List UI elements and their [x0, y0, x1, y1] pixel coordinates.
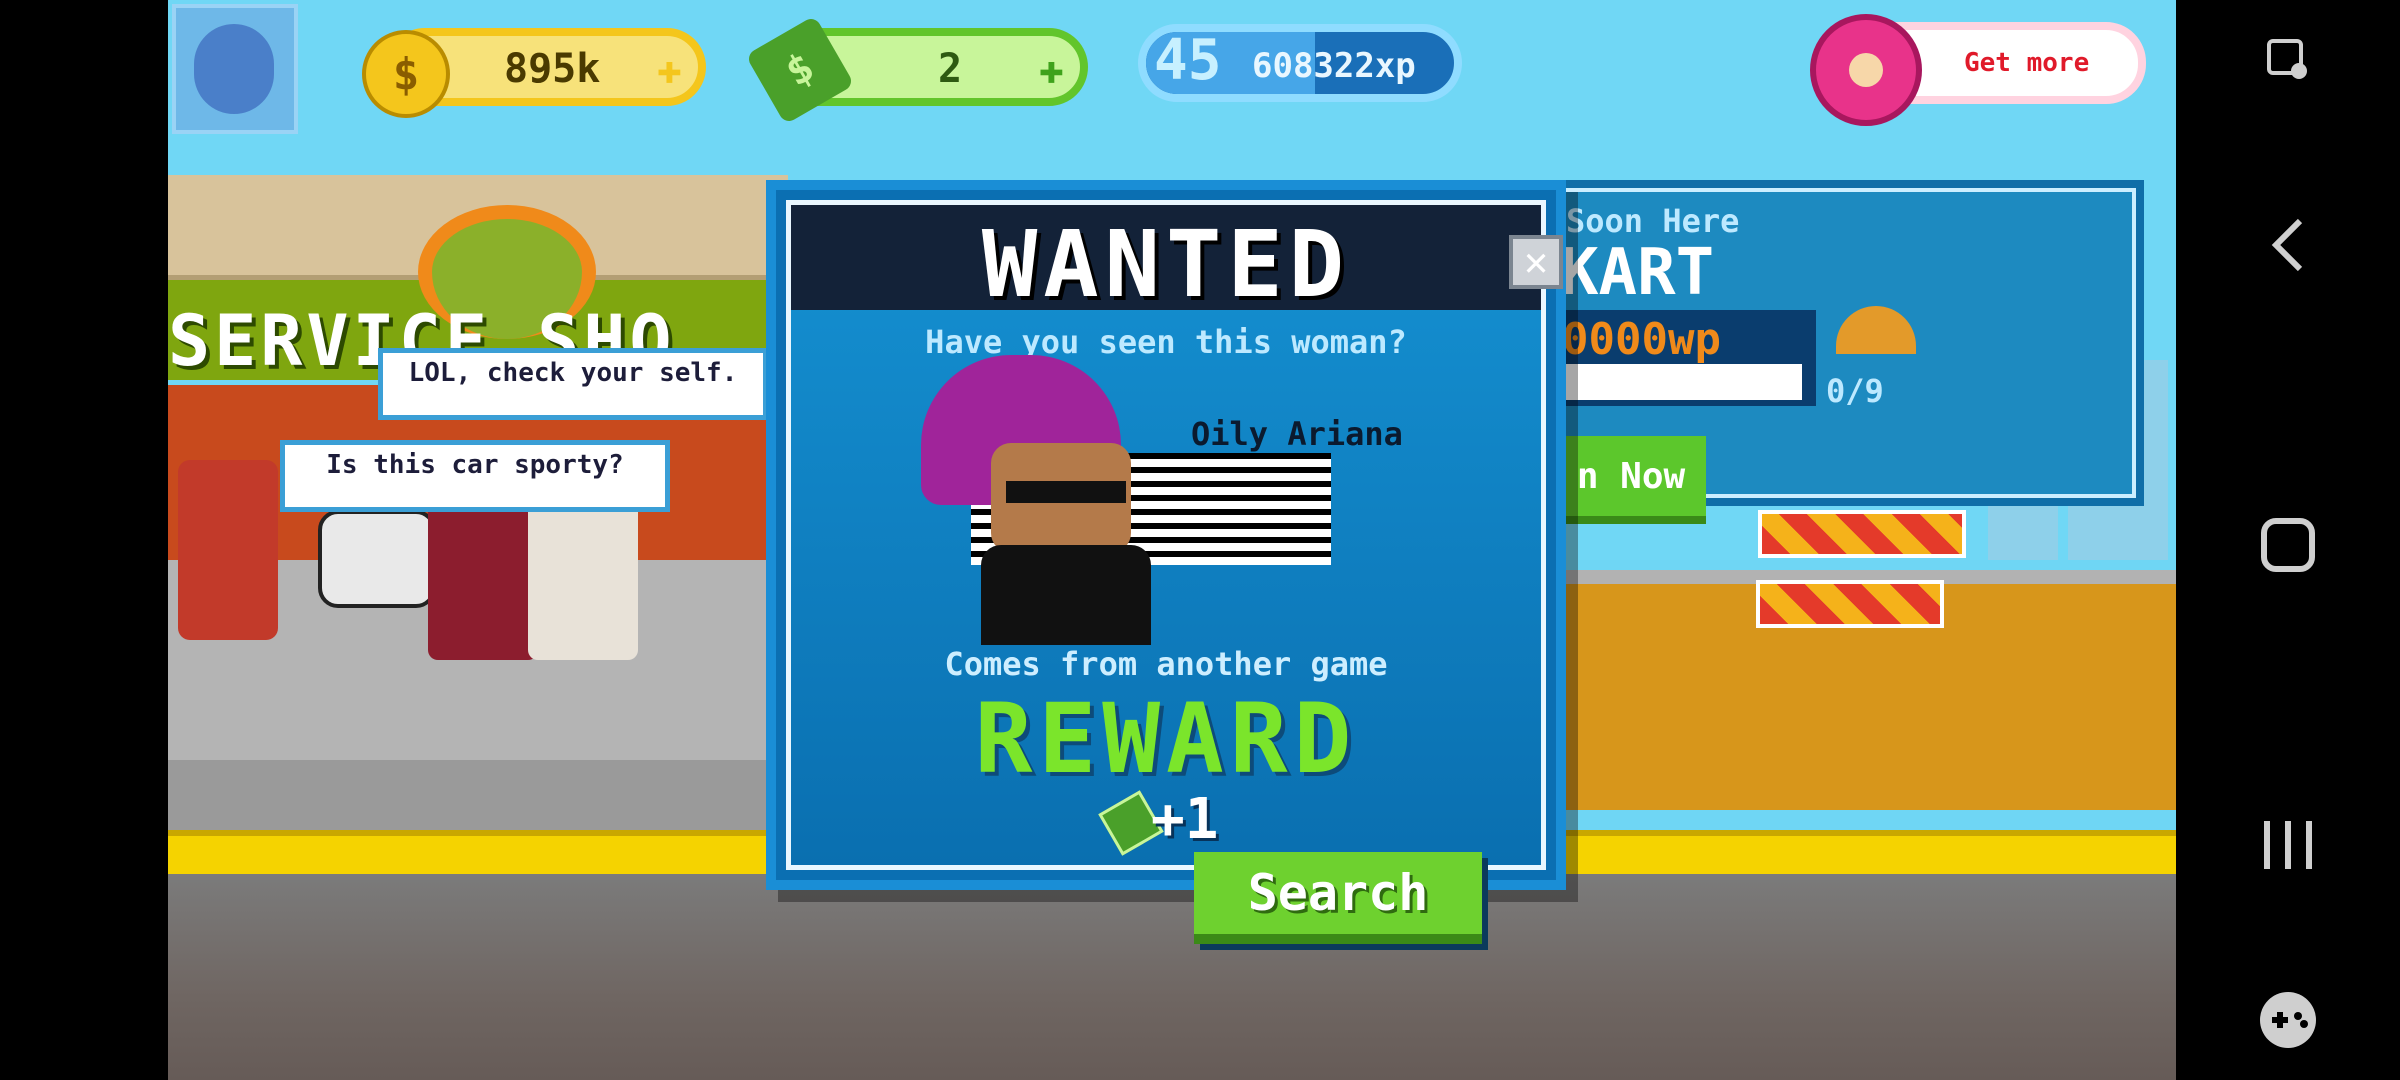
modal-overlay: WANTED ✕ Have you seen this woman? Oily …	[168, 0, 2176, 1080]
home-icon[interactable]	[2176, 500, 2400, 590]
screenshot-edit-icon[interactable]	[2176, 20, 2400, 100]
game-viewport[interactable]: SERVICE SHO LOL, check your self. Is thi…	[168, 0, 2176, 1080]
sunglasses-icon	[1006, 481, 1126, 503]
close-button[interactable]: ✕	[1509, 235, 1563, 289]
back-icon[interactable]	[2176, 200, 2400, 290]
suspect-jacket	[981, 545, 1151, 645]
close-icon: ✕	[1523, 239, 1549, 285]
suspect-name: Oily Ariana	[1191, 415, 1403, 453]
recents-icon[interactable]	[2176, 800, 2400, 890]
game-tools-icon[interactable]	[2176, 980, 2400, 1060]
wanted-question: Have you seen this woman?	[925, 323, 1407, 361]
wanted-dialog-body: WANTED ✕ Have you seen this woman? Oily …	[786, 200, 1563, 870]
wanted-dialog: WANTED ✕ Have you seen this woman? Oily …	[766, 180, 1566, 890]
suspect-origin: Comes from another game	[944, 645, 1388, 683]
reward-title: REWARD	[974, 683, 1358, 795]
wanted-title: WANTED	[981, 211, 1351, 318]
system-navigation-bar	[2176, 0, 2400, 1080]
search-button[interactable]: Search	[1194, 852, 1482, 944]
reward-amount: +1	[1151, 787, 1219, 852]
wanted-header: WANTED	[791, 205, 1541, 318]
